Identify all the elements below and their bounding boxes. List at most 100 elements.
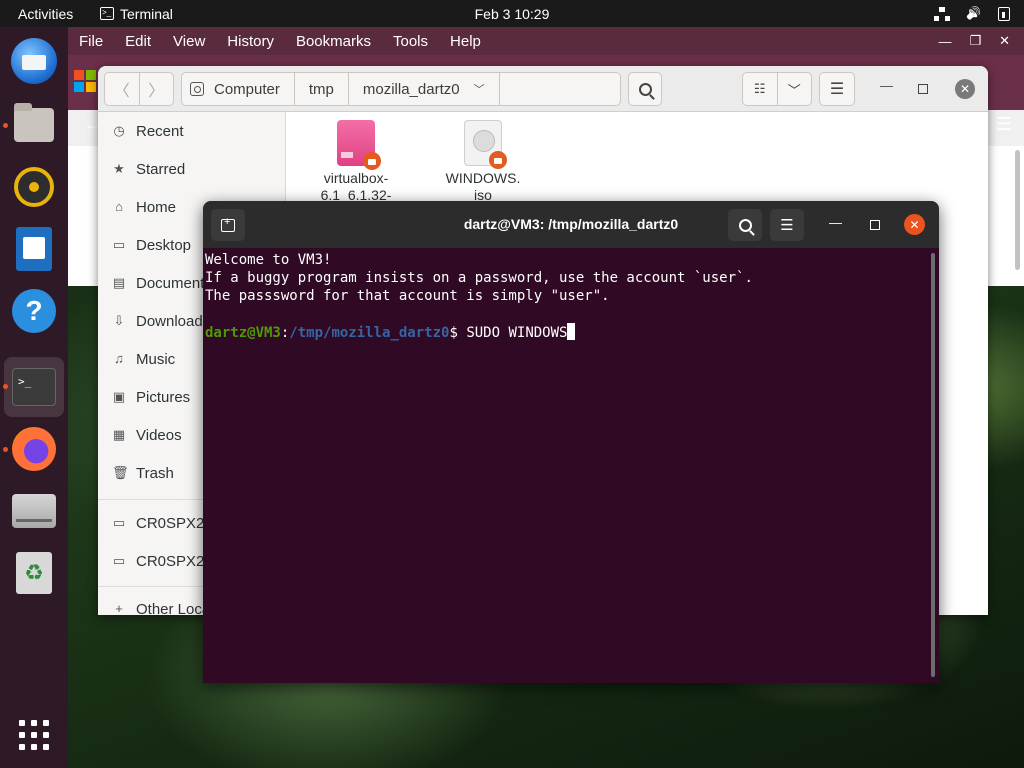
minimize-button[interactable]: — xyxy=(938,34,951,49)
rhythmbox-icon xyxy=(14,167,54,207)
videos-icon: ▦ xyxy=(112,427,126,442)
drive-icon: ▭ xyxy=(112,515,126,530)
menu-history[interactable]: History xyxy=(216,33,285,50)
documents-icon: ▤ xyxy=(112,275,126,290)
home-icon: ⌂ xyxy=(115,199,123,214)
crumb-tmp[interactable]: tmp xyxy=(295,73,349,105)
search-icon xyxy=(638,82,652,96)
sidebar-label: Videos xyxy=(136,426,182,444)
close-button[interactable]: ✕ xyxy=(955,79,975,99)
command-input[interactable]: SUDO WINDOWS xyxy=(466,325,567,341)
trash-icon: 🗑 xyxy=(112,465,129,480)
clock-icon: ◷ xyxy=(113,123,125,138)
sidebar-label: CR0SPX2_ xyxy=(136,514,213,532)
show-applications-button[interactable] xyxy=(10,711,58,759)
menu-view[interactable]: View xyxy=(162,33,216,50)
drive-icon xyxy=(12,494,56,528)
output-line: The passsword for that account is simply… xyxy=(205,288,610,304)
close-button[interactable]: ✕ xyxy=(904,214,925,235)
disk-icon xyxy=(190,82,204,96)
system-menu[interactable] xyxy=(934,0,1010,27)
dock-rhythmbox[interactable] xyxy=(10,163,58,211)
app-menu[interactable]: >_ Terminal xyxy=(100,6,173,22)
files-headerbar: 〈 〉 Computer tmp mozilla_dartz0 ﹀ ☷ ﹀ ☰ … xyxy=(98,66,988,112)
sidebar-label: CR0SPX2_ xyxy=(136,552,213,570)
restore-button[interactable]: ❐ xyxy=(969,33,981,49)
top-bar: Activities >_ Terminal Feb 3 10:29 xyxy=(0,0,1024,27)
running-indicator xyxy=(3,123,8,128)
sidebar-label: Recent xyxy=(136,122,184,140)
sidebar-label: Music xyxy=(136,350,176,368)
minimize-button[interactable]: — xyxy=(829,215,842,230)
help-icon: ? xyxy=(12,289,56,333)
sidebar-label: Home xyxy=(136,198,177,216)
dock-writer[interactable] xyxy=(10,225,58,273)
downloads-icon: ⇩ xyxy=(113,313,125,328)
sidebar-label: Downloads xyxy=(136,312,211,330)
dock: ? >_ ♻ xyxy=(0,27,68,768)
menu-tools[interactable]: Tools xyxy=(382,33,439,50)
sidebar-item-starred[interactable]: ★ Starred xyxy=(98,150,286,188)
terminal-icon: >_ xyxy=(12,368,56,406)
terminal-output[interactable]: Welcome to VM3! If a buggy program insist… xyxy=(205,251,927,681)
menu-file[interactable]: File xyxy=(68,33,114,50)
network-icon xyxy=(934,6,950,21)
file-item-virtualbox[interactable]: virtualbox- 6.1_6.1.32- xyxy=(316,120,396,204)
terminal-search-button[interactable] xyxy=(728,209,762,241)
desktop-icon: ▭ xyxy=(112,237,126,252)
terminal-window: dartz@VM3: /tmp/mozilla_dartz0 ☰ — ✕ Wel… xyxy=(203,201,939,683)
crumb-computer[interactable]: Computer xyxy=(182,73,295,105)
list-view-button[interactable]: ☷ xyxy=(743,73,778,105)
scrollbar[interactable] xyxy=(1015,150,1020,270)
dock-trash[interactable]: ♻ xyxy=(10,549,58,597)
nav-buttons: 〈 〉 xyxy=(104,72,174,106)
browser-window-controls: — ❐ ✕ xyxy=(938,27,1024,55)
microsoft-icon[interactable] xyxy=(74,70,96,92)
hamburger-icon: ☰ xyxy=(780,217,794,234)
view-buttons: ☷ ﹀ xyxy=(742,72,812,106)
disc-image-icon xyxy=(464,120,507,169)
crumb-label: Computer xyxy=(214,80,280,98)
sidebar-item-recent[interactable]: ◷ Recent xyxy=(98,112,286,150)
plus-icon: + xyxy=(115,601,123,616)
terminal-menu-button[interactable]: ☰ xyxy=(770,209,804,241)
sidebar-label: Documents xyxy=(136,274,212,292)
package-icon xyxy=(337,120,381,170)
star-icon: ★ xyxy=(113,161,125,176)
crumb-current[interactable]: mozilla_dartz0 ﹀ xyxy=(349,73,500,105)
drive-icon: ▭ xyxy=(112,553,126,568)
main-menu-button[interactable]: ☰ xyxy=(819,72,855,106)
crumb-label: tmp xyxy=(308,80,334,98)
chevron-down-icon: ﹀ xyxy=(473,84,485,96)
prompt-symbol: $ xyxy=(449,325,467,341)
sidebar-label: Starred xyxy=(136,160,186,178)
file-item-windows-iso[interactable]: WINDOWS. iso xyxy=(443,120,523,204)
close-button[interactable]: ✕ xyxy=(999,33,1010,49)
file-name: WINDOWS. xyxy=(445,170,521,186)
dock-terminal[interactable]: >_ xyxy=(4,357,64,417)
scrollbar[interactable] xyxy=(931,253,935,677)
menu-bookmarks[interactable]: Bookmarks xyxy=(285,33,382,50)
hamburger-icon[interactable]: ☰ xyxy=(996,114,1012,135)
dock-drive[interactable] xyxy=(10,487,58,535)
dock-thunderbird[interactable] xyxy=(10,37,58,85)
minimize-button[interactable]: — xyxy=(880,78,893,93)
forward-button[interactable]: 〉 xyxy=(140,73,174,105)
dock-firefox[interactable] xyxy=(10,425,58,473)
menu-edit[interactable]: Edit xyxy=(114,33,162,50)
back-button[interactable]: 〈 xyxy=(105,73,140,105)
terminal-headerbar: dartz@VM3: /tmp/mozilla_dartz0 ☰ — ✕ xyxy=(203,201,939,248)
dock-help[interactable]: ? xyxy=(10,287,58,335)
maximize-button[interactable] xyxy=(870,220,880,230)
menu-help[interactable]: Help xyxy=(439,33,492,50)
app-grid-icon xyxy=(19,720,49,750)
dock-files[interactable] xyxy=(10,101,58,149)
search-button[interactable] xyxy=(628,72,662,106)
activities-button[interactable]: Activities xyxy=(0,6,100,22)
crumb-label: mozilla_dartz0 xyxy=(362,80,460,98)
file-name: virtualbox- xyxy=(323,170,389,186)
prompt-user: dartz@VM3 xyxy=(205,325,281,341)
maximize-button[interactable] xyxy=(918,84,928,94)
view-options-button[interactable]: ﹀ xyxy=(778,73,812,105)
volume-icon xyxy=(966,7,982,21)
